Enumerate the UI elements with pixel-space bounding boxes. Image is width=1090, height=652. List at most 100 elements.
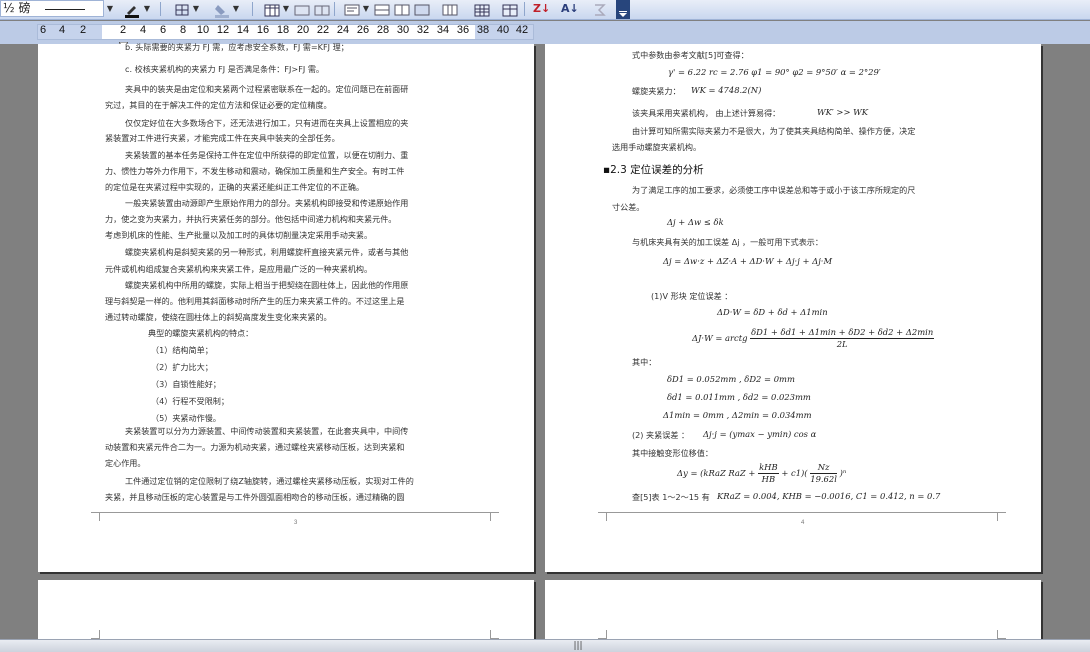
paragraph-line: 夹紧，并且移动压板的定心装置是与工件外圆弧面相吻合的移动压板，通过精确的圆 bbox=[105, 492, 405, 502]
paragraph-line: 理与斜契是一样的。他利用其斜面移动时所产生的压力来夹紧工件的。不过这里上是 bbox=[105, 296, 405, 306]
toolbar-options-button[interactable] bbox=[616, 0, 630, 19]
paragraph-line: 紧装置对工件进行夹紧，才能完成工件在夹具中装夹的全部任务。 bbox=[105, 133, 340, 143]
sort-ascending-button[interactable]: A↓ bbox=[560, 1, 579, 17]
crop-mark bbox=[490, 630, 499, 639]
clamp-error-formula: Δj·j = (ymax − ymin) cos α bbox=[703, 429, 817, 439]
shading-color-button[interactable] bbox=[212, 1, 230, 18]
contact-rhs: )ⁿ bbox=[839, 468, 847, 478]
crop-mark bbox=[997, 630, 1006, 639]
sort-ascending-label: A↓ bbox=[561, 2, 579, 15]
contact-mid: + c1)( bbox=[781, 468, 808, 478]
ruler-number: 28 bbox=[376, 24, 390, 36]
mechanism-text: 该夹具采用夹紧机构， 由上述计算易得： bbox=[632, 108, 781, 118]
line-weight-icon bbox=[45, 9, 85, 10]
requirement-line-1: 为了满足工序的加工要求，必须使工序中误差总和等于或小于该工序所规定的尺 bbox=[632, 185, 916, 195]
distribute-rows-icon bbox=[374, 4, 390, 16]
horizontal-scrollbar[interactable]: ||| bbox=[0, 639, 1090, 652]
contact-fraction-1: kHB HB bbox=[758, 462, 779, 485]
fraction-numerator: kHB bbox=[758, 462, 779, 474]
fraction-denominator: HB bbox=[761, 474, 776, 484]
toolbar-separator bbox=[334, 2, 335, 16]
paragraph-line: 力、惯性力等外力作用下，不发生移动和震动，确保加工质量和生产安全。有时工件 bbox=[105, 166, 405, 176]
borders-dropdown[interactable]: ▼ bbox=[192, 3, 200, 15]
split-cells-button[interactable] bbox=[312, 1, 330, 17]
paragraph-line: 夹紧装置的基本任务是保持工件在定位中所获得的即定位置，以便在切削力、重 bbox=[125, 150, 409, 160]
horizontal-ruler[interactable]: 6 4 2 2 4 6 8 10 12 14 16 18 20 22 24 26 28 30 32 34 36 38 40 4… bbox=[0, 21, 1090, 62]
ruler-number: 30 bbox=[396, 24, 410, 36]
table-grid-button[interactable] bbox=[472, 1, 490, 17]
autosum-button[interactable] bbox=[590, 1, 608, 17]
angle-error-fraction: δD1 + δd1 + Δ1min + δD2 + δd2 + Δ2min 2L bbox=[750, 327, 935, 350]
scrollbar-grip-icon[interactable]: ||| bbox=[572, 641, 584, 651]
clamp-error-label: (2) 夹紧误差 ： bbox=[632, 430, 690, 440]
table-properties-button[interactable] bbox=[500, 1, 518, 17]
ruler-number: 14 bbox=[236, 24, 250, 36]
formatting-toolbar: ½ 磅 ▼ ▼ ▼ ▼ ▼ ▼ Z↓ A↓ bbox=[0, 0, 1090, 20]
table-properties-icon bbox=[502, 4, 518, 17]
footer-line bbox=[607, 512, 997, 513]
autofit-button[interactable] bbox=[440, 1, 458, 17]
font-size-dropdown[interactable]: ▼ bbox=[106, 3, 114, 15]
page-3[interactable]: b. 头际需要的夹紧力 FJ 需，应考虑安全系数，FJ 需=KFJ 理； c. 校… bbox=[38, 42, 534, 572]
ruler-number: 20 bbox=[296, 24, 310, 36]
where-label: 其中： bbox=[632, 357, 657, 367]
pen-color-dropdown[interactable]: ▼ bbox=[143, 3, 151, 15]
value-line-2: δd1 = 0.011mm , δd2 = 0.023mm bbox=[667, 392, 811, 402]
param-intro: 式中参数由参考文献[5]可查得： bbox=[632, 50, 749, 60]
table-borders-icon bbox=[175, 4, 189, 16]
paragraph-line: 考虑到机床的性能、生产批量以及加工时的具体切削量决定采用手动夹紧。 bbox=[105, 230, 373, 240]
paragraph-line: 通过转动螺旋，使绕在圆柱体上的斜契高度发生变化来夹紧的。 bbox=[105, 312, 332, 322]
list-item: （4）行程不受限制； bbox=[151, 396, 229, 406]
sort-descending-button[interactable]: Z↓ bbox=[532, 1, 550, 17]
table-autoformat-button[interactable] bbox=[412, 1, 430, 17]
ruler-number: 22 bbox=[316, 24, 330, 36]
section-heading: ▪2.3 定位误差的分析 bbox=[603, 164, 704, 176]
ruler-number: 2 bbox=[79, 24, 87, 36]
list-item: （2）扩力比大； bbox=[151, 362, 213, 372]
ruler-number: 4 bbox=[58, 24, 66, 36]
font-size-box[interactable]: ½ 磅 bbox=[0, 0, 104, 17]
related-error-text: 与机床夹具有关的加工误差 Δj ，一般可用下式表示： bbox=[632, 237, 823, 247]
force-compare: WK′ >> WK bbox=[817, 107, 868, 117]
align-button[interactable] bbox=[342, 1, 360, 17]
ruler-number: 18 bbox=[276, 24, 290, 36]
contact-label: 其中接触变形位移值： bbox=[632, 448, 713, 458]
borders-button[interactable] bbox=[172, 1, 190, 17]
distribute-columns-icon bbox=[394, 4, 410, 16]
toolbar-separator bbox=[524, 2, 525, 16]
paragraph-line: 一般夹紧装置由动源即产生原始作用力的部分。夹紧机构即接受和传递原始作用 bbox=[125, 198, 409, 208]
list-item: （5）夹紧动作慢。 bbox=[151, 413, 221, 423]
value-line-1: δD1 = 0.052mm , δD2 = 0mm bbox=[667, 374, 795, 384]
align-dropdown[interactable]: ▼ bbox=[362, 3, 370, 15]
lookup-values: KRaZ = 0.004, KHB = −0.0016, C1 = 0.412,… bbox=[717, 491, 941, 501]
distribute-rows-button[interactable] bbox=[372, 1, 390, 17]
error-condition: Δj + Δw ≤ δk bbox=[667, 217, 724, 227]
lookup-text: 查[5]表 1～2～15 有 bbox=[632, 492, 710, 502]
distribute-columns-button[interactable] bbox=[392, 1, 410, 17]
autofit-icon bbox=[442, 4, 458, 16]
conclusion-line-2: 选用手动螺旋夹紧机构。 bbox=[612, 142, 702, 152]
screw-force-value: WK = 4748.2(N) bbox=[691, 85, 762, 95]
pen-color-button[interactable] bbox=[122, 1, 140, 18]
crop-mark bbox=[598, 512, 607, 521]
ruler-number: 6 bbox=[39, 24, 47, 36]
merge-cells-button[interactable] bbox=[292, 1, 310, 17]
ruler-number: 34 bbox=[436, 24, 450, 36]
paragraph-line: 究过，其目的在于解决工件的定位方法和保证必要的定位精度。 bbox=[105, 100, 332, 110]
crop-mark bbox=[490, 512, 499, 521]
ruler-number: 42 bbox=[515, 24, 529, 36]
locating-error-formula: ΔD·W = δD + δd + Δ1min bbox=[717, 307, 828, 317]
insert-table-dropdown[interactable]: ▼ bbox=[282, 3, 290, 15]
insert-table-button[interactable] bbox=[262, 1, 280, 17]
shading-dropdown[interactable]: ▼ bbox=[232, 3, 240, 15]
crop-mark bbox=[91, 512, 100, 521]
split-cells-icon bbox=[314, 5, 330, 16]
ruler-number: 6 bbox=[159, 24, 167, 36]
page-4[interactable]: 式中参数由参考文献[5]可查得： γ' = 6.22 rc = 2.76 φ1 … bbox=[545, 44, 1041, 572]
list-item: （1）结构简单； bbox=[151, 345, 213, 355]
ruler-number: 24 bbox=[336, 24, 350, 36]
ruler-number: 10 bbox=[196, 24, 210, 36]
ruler-number: 38 bbox=[476, 24, 490, 36]
ruler-left-margin bbox=[38, 25, 102, 39]
fraction-numerator: Nz bbox=[810, 462, 837, 474]
